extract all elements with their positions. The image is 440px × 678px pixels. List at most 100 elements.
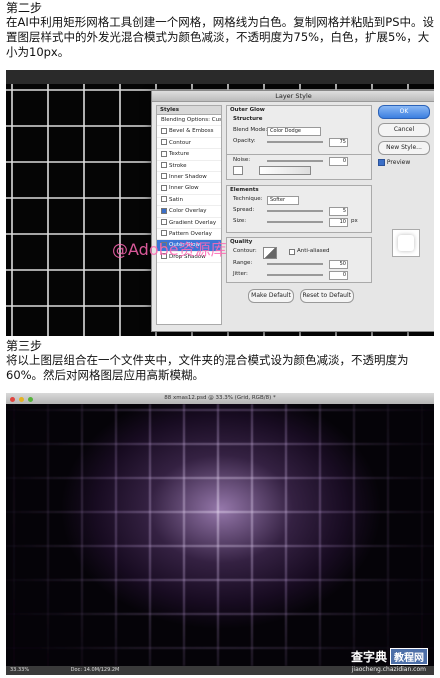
opacity-slider[interactable] — [267, 141, 323, 143]
noise-label: Noise: — [233, 157, 251, 163]
preview-checkbox-row[interactable]: Preview — [378, 159, 430, 166]
style-item[interactable]: Bevel & Emboss — [157, 126, 221, 138]
quality-panel: Quality Contour: Anti-aliased Range: 50 … — [226, 237, 372, 283]
technique-select[interactable]: Softer — [267, 196, 299, 205]
size-label: Size: — [233, 218, 247, 224]
minimize-window-icon[interactable] — [18, 397, 24, 402]
contour-label: Contour: — [233, 248, 257, 254]
style-item-label: Inner Shadow — [169, 173, 207, 180]
opacity-row: Opacity: 75 — [227, 136, 371, 147]
opacity-label: Opacity: — [233, 138, 256, 144]
range-field[interactable]: 50 — [329, 260, 348, 269]
range-row: Range: 50 — [227, 258, 371, 269]
style-item-label: Gradient Overlay — [169, 219, 217, 226]
photoshop-screenshot-result: 88 xmas12.psd @ 33.3% (Grid, RGB/8) * 33… — [6, 393, 434, 675]
style-item[interactable]: Gradient Overlay — [157, 218, 221, 229]
preview-label: Preview — [386, 159, 411, 166]
glow-color-row — [227, 166, 371, 177]
dialog-title: Layer Style — [152, 91, 434, 102]
style-item-label: Stroke — [169, 162, 187, 169]
zoom-window-icon[interactable] — [27, 397, 33, 402]
technique-row: Technique: Softer — [227, 194, 371, 205]
noise-slider[interactable] — [267, 160, 323, 162]
style-item[interactable]: Blending Options: Custom — [157, 115, 221, 127]
dialog-buttons: OK Cancel New Style... Preview — [378, 105, 430, 166]
blend-mode-select[interactable]: Color Dodge — [267, 127, 321, 136]
elements-heading: Elements — [230, 187, 259, 193]
close-window-icon[interactable] — [10, 397, 15, 402]
spread-label: Spread: — [233, 207, 255, 213]
blend-mode-row: Blend Mode: Color Dodge — [227, 125, 371, 136]
style-item-label: Bevel & Emboss — [169, 128, 214, 135]
photoshop-screenshot-layer-style: Layer Style Styles Blending Options: Cus… — [6, 70, 434, 336]
style-item[interactable]: Texture — [157, 149, 221, 161]
style-item[interactable]: Satin — [157, 195, 221, 207]
style-item[interactable]: Inner Shadow — [157, 172, 221, 184]
style-checkbox[interactable] — [161, 184, 167, 191]
anti-aliased-checkbox[interactable] — [289, 249, 295, 255]
zoom-readout: 33.33% — [10, 667, 30, 673]
jitter-label: Jitter: — [233, 271, 248, 277]
quality-heading: Quality — [230, 239, 253, 245]
step2-text: 在AI中利用矩形网格工具创建一个网格，网格线为白色。复制网格并粘贴到PS中。设置… — [6, 15, 434, 59]
logo-text: 查字典 — [350, 650, 387, 664]
document-canvas — [6, 404, 434, 666]
ok-button[interactable]: OK — [378, 105, 430, 119]
style-item-label: Satin — [169, 196, 184, 203]
size-row: Size: 10 px — [227, 216, 371, 227]
range-label: Range: — [233, 260, 253, 266]
style-item-label: Contour — [169, 139, 191, 146]
blend-mode-label: Blend Mode: — [233, 127, 268, 133]
site-logo: 查字典 教程网 — [351, 648, 428, 665]
spread-field[interactable]: 5 — [329, 207, 348, 216]
doc-info: Doc: 14.0M/129.2M — [70, 667, 120, 673]
noise-field[interactable]: 0 — [329, 157, 348, 166]
style-preview-thumbnail — [392, 229, 420, 257]
cancel-button[interactable]: Cancel — [378, 123, 430, 137]
spread-slider[interactable] — [267, 210, 323, 212]
default-buttons: Make Default Reset to Default — [248, 289, 358, 307]
style-item-label: Blending Options: Custom — [161, 117, 221, 123]
style-item-label: Inner Glow — [169, 185, 199, 192]
reset-default-button[interactable]: Reset to Default — [299, 289, 354, 303]
style-checkbox[interactable] — [161, 207, 167, 214]
style-checkbox[interactable] — [161, 127, 167, 134]
style-checkbox[interactable] — [161, 150, 167, 157]
color-swatch[interactable] — [233, 166, 243, 175]
step3-title: 第三步 — [6, 339, 43, 353]
style-item[interactable]: Color Overlay — [157, 206, 221, 218]
outer-glow-structure-panel: Outer Glow Structure Blend Mode: Color D… — [226, 105, 372, 155]
style-checkbox[interactable] — [161, 219, 167, 226]
glowing-grid — [6, 404, 434, 666]
style-checkbox[interactable] — [161, 162, 167, 169]
style-item-label: Color Overlay — [169, 208, 207, 215]
gradient-swatch[interactable] — [258, 166, 311, 175]
styles-list: Styles Blending Options: Custom Bevel & E… — [156, 105, 222, 325]
jitter-slider[interactable] — [267, 274, 323, 276]
preview-checkbox[interactable] — [378, 159, 385, 166]
size-field[interactable]: 10 — [329, 218, 348, 227]
document-titlebar: 88 xmas12.psd @ 33.3% (Grid, RGB/8) * — [6, 393, 434, 404]
jitter-row: Jitter: 0 — [227, 269, 371, 280]
new-style-button[interactable]: New Style... — [378, 141, 430, 155]
opacity-field[interactable]: 75 — [329, 138, 348, 147]
style-item[interactable]: Contour — [157, 138, 221, 150]
jitter-field[interactable]: 0 — [329, 271, 348, 280]
layer-style-dialog: Layer Style Styles Blending Options: Cus… — [151, 90, 434, 332]
document-title: 88 xmas12.psd @ 33.3% (Grid, RGB/8) * — [164, 395, 276, 401]
make-default-button[interactable]: Make Default — [248, 289, 294, 303]
size-unit: px — [351, 218, 358, 224]
noise-row: Noise: 0 — [227, 155, 371, 166]
style-checkbox[interactable] — [161, 173, 167, 180]
spread-row: Spread: 5 — [227, 205, 371, 216]
style-item[interactable]: Inner Glow — [157, 183, 221, 195]
style-item[interactable]: Stroke — [157, 161, 221, 172]
ps-topbar — [6, 70, 434, 84]
range-slider[interactable] — [267, 263, 323, 265]
style-checkbox[interactable] — [161, 196, 167, 203]
structure-heading: Structure — [233, 116, 263, 122]
noise-panel: Noise: 0 — [226, 155, 372, 180]
style-checkbox[interactable] — [161, 139, 167, 146]
logo-box: 教程网 — [390, 648, 428, 665]
size-slider[interactable] — [267, 221, 323, 223]
